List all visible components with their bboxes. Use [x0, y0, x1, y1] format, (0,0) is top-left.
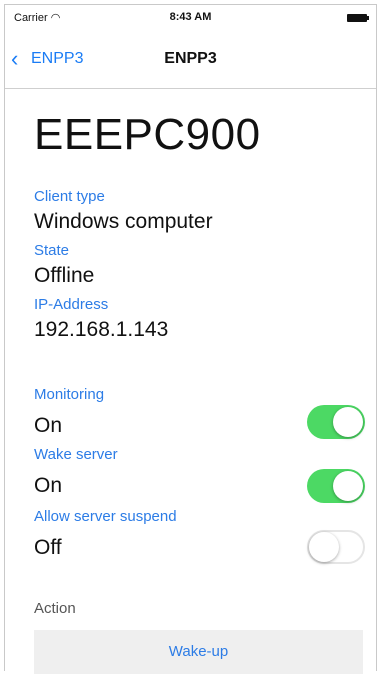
- ip-address-value: 192.168.1.143: [34, 318, 169, 341]
- navigation-bar: ‹ ENPP3 ENPP3: [5, 36, 376, 89]
- state-label: State: [34, 242, 70, 259]
- action-label: Action: [34, 600, 76, 617]
- status-bar: Carrier ◠ 8:43 AM: [14, 10, 369, 28]
- toggle-knob: [333, 471, 363, 501]
- toggle-knob: [309, 532, 339, 562]
- wake-server-value: On: [34, 474, 63, 497]
- wake-up-button[interactable]: Wake-up: [34, 630, 363, 674]
- client-type-label: Client type: [34, 188, 105, 205]
- state-value: Offline: [34, 264, 95, 287]
- monitoring-value: On: [34, 414, 63, 437]
- toggle-knob: [333, 407, 363, 437]
- monitoring-label: Monitoring: [34, 386, 105, 403]
- wake-server-label: Wake server: [34, 446, 118, 463]
- allow-suspend-toggle[interactable]: [307, 530, 365, 564]
- clock: 8:43 AM: [169, 11, 212, 23]
- client-type-value: Windows computer: [34, 210, 213, 233]
- nav-title: ENPP3: [164, 50, 217, 67]
- wake-server-toggle[interactable]: [307, 469, 365, 503]
- battery-icon: [347, 14, 369, 22]
- ip-address-label: IP-Address: [34, 296, 109, 313]
- device-name: EEEPC900: [34, 110, 261, 159]
- allow-suspend-value: Off: [34, 536, 62, 559]
- allow-suspend-label: Allow server suspend: [34, 508, 177, 525]
- monitoring-toggle[interactable]: [307, 405, 365, 439]
